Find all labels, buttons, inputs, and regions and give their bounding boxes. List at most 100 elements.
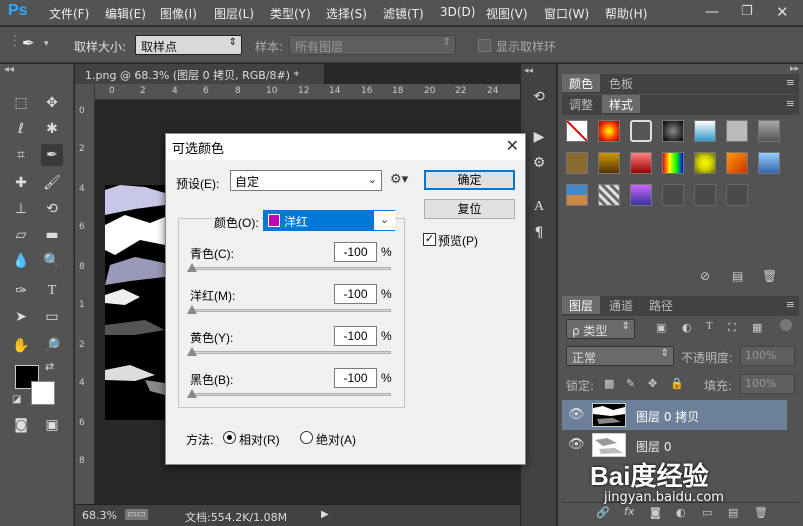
eraser-tool-icon[interactable]: ▱ — [10, 224, 32, 246]
preset-options-gear-icon[interactable]: ⚙▾ — [390, 171, 408, 187]
menu-edit[interactable]: 编辑(E) — [105, 5, 146, 22]
clear-style-icon[interactable]: ⊘ — [700, 269, 710, 283]
cyan-input[interactable]: -100 — [334, 242, 377, 262]
style-swatch[interactable] — [726, 152, 748, 174]
layer-name[interactable]: 图层 0 拷贝 — [636, 408, 699, 425]
style-swatch[interactable] — [726, 184, 748, 206]
filter-adjustment-icon[interactable]: ◐ — [682, 321, 692, 334]
swap-colors-icon[interactable]: ⇄ — [45, 360, 54, 373]
panel-menu-icon[interactable]: ≡ — [786, 97, 795, 110]
sample-select[interactable]: 所有图层 ⇕ — [289, 35, 456, 55]
menu-window[interactable]: 窗口(W) — [544, 5, 589, 22]
style-swatch[interactable] — [758, 120, 780, 142]
tab-paths[interactable]: 路径 — [642, 296, 680, 314]
type-tool-icon[interactable]: T — [41, 280, 63, 302]
default-colors-icon[interactable]: ◪ — [12, 394, 21, 405]
dialog-titlebar[interactable]: 可选颜色 ✕ — [166, 134, 525, 160]
style-swatch[interactable] — [598, 152, 620, 174]
sample-size-select[interactable]: 取样点 ⇕ — [135, 35, 242, 55]
style-swatch[interactable] — [662, 120, 684, 142]
background-color-swatch[interactable] — [31, 381, 55, 405]
crop-tool-icon[interactable]: ⌗ — [10, 144, 32, 166]
filter-toggle-icon[interactable] — [780, 319, 792, 331]
filter-shape-icon[interactable]: ⛶ — [728, 321, 736, 335]
yellow-input[interactable]: -100 — [334, 326, 377, 346]
style-swatch[interactable] — [598, 120, 620, 142]
canvas-image[interactable] — [105, 185, 165, 420]
zoom-tool-icon[interactable]: 🔎 — [41, 335, 63, 357]
style-swatch[interactable] — [726, 120, 748, 142]
layer-kind-filter[interactable]: ρ 类型 ⇕ — [566, 319, 635, 339]
yellow-slider-track[interactable] — [190, 351, 391, 354]
magenta-slider-track[interactable] — [190, 309, 391, 312]
delete-style-icon[interactable]: 🗑 — [762, 269, 777, 283]
cyan-slider-track[interactable] — [190, 267, 391, 270]
window-close-icon[interactable]: ✕ — [776, 3, 789, 21]
style-swatch[interactable] — [662, 152, 684, 174]
magenta-input[interactable]: -100 — [334, 284, 377, 304]
properties-panel-icon[interactable]: ⚙ — [528, 152, 550, 174]
absolute-radio[interactable] — [300, 431, 313, 444]
style-swatch[interactable] — [694, 120, 716, 142]
minimize-icon[interactable]: — — [705, 4, 719, 20]
lock-position-icon[interactable]: ✥ — [648, 377, 657, 390]
history-brush-icon[interactable]: ⟲ — [41, 198, 63, 220]
magic-wand-icon[interactable]: ✱ — [41, 118, 63, 140]
tool-preset-chevron-icon[interactable]: ▾ — [44, 39, 49, 49]
history-panel-icon[interactable]: ⟲ — [528, 86, 550, 108]
panel-menu-icon[interactable]: ≡ — [786, 76, 795, 89]
marquee-tool-icon[interactable]: ⬚ — [10, 92, 32, 114]
visibility-eye-icon[interactable]: 👁 — [568, 437, 585, 452]
style-swatch[interactable] — [694, 184, 716, 206]
style-swatch[interactable] — [694, 152, 716, 174]
quick-mask-icon[interactable]: ◙ — [10, 414, 32, 436]
panel-menu-icon[interactable]: ≡ — [786, 298, 795, 311]
lock-transparent-icon[interactable]: ▩ — [604, 377, 614, 390]
tab-adjustments[interactable]: 调整 — [562, 95, 600, 113]
move-tool-icon[interactable]: ✥ — [41, 92, 63, 114]
rectangle-tool-icon[interactable]: ▭ — [41, 306, 63, 328]
menu-file[interactable]: 文件(F) — [49, 5, 89, 22]
dialog-close-icon[interactable]: ✕ — [506, 136, 519, 156]
lasso-tool-icon[interactable]: ℓ — [10, 118, 32, 140]
path-select-icon[interactable]: ➤ — [10, 306, 32, 328]
layer-name[interactable]: 图层 0 — [636, 438, 671, 455]
lock-all-icon[interactable]: 🔒 — [670, 377, 684, 390]
blend-mode-select[interactable]: 正常 ⇕ — [566, 346, 674, 366]
character-panel-icon[interactable]: A — [528, 196, 550, 218]
visibility-eye-icon[interactable]: 👁 — [568, 407, 585, 422]
show-ring-checkbox[interactable] — [478, 39, 491, 52]
restore-icon[interactable]: ❐ — [741, 4, 753, 19]
eyedropper-icon[interactable]: ✒ — [41, 144, 63, 166]
tab-swatches[interactable]: 色板 — [602, 74, 640, 92]
collapse-panels-icon[interactable]: ▸▸ — [790, 64, 799, 74]
actions-panel-icon[interactable]: ▶ — [528, 126, 550, 148]
hand-tool-icon[interactable]: ✋ — [10, 335, 32, 357]
yellow-slider-thumb[interactable] — [187, 347, 197, 356]
tab-styles[interactable]: 样式 — [602, 95, 641, 113]
black-slider-track[interactable] — [190, 393, 391, 396]
tab-layers[interactable]: 图层 — [562, 296, 601, 314]
preview-checkbox[interactable]: ✓ — [423, 233, 436, 246]
paragraph-panel-icon[interactable]: ¶ — [528, 222, 550, 244]
zoom-level[interactable]: 68.3% — [82, 509, 117, 522]
preset-select[interactable]: 自定 ⌄ — [230, 170, 382, 191]
black-input[interactable]: -100 — [334, 368, 377, 388]
relative-radio[interactable] — [223, 431, 236, 444]
menu-view[interactable]: 视图(V) — [486, 5, 528, 22]
dodge-tool-icon[interactable]: 🔍 — [41, 250, 63, 272]
expand-arrows-icon[interactable]: ◂◂ — [524, 66, 533, 76]
style-swatch[interactable] — [662, 184, 684, 206]
menu-select[interactable]: 选择(S) — [326, 5, 367, 22]
new-style-icon[interactable]: ▤ — [732, 269, 743, 283]
menu-filter[interactable]: 滤镜(T) — [383, 5, 424, 22]
clone-stamp-icon[interactable]: ⊥ — [10, 198, 32, 220]
style-none-swatch[interactable] — [566, 120, 588, 142]
status-arrow-icon[interactable]: ▶ — [321, 509, 329, 520]
gradient-tool-icon[interactable]: ▬ — [41, 224, 63, 246]
healing-brush-icon[interactable]: ✚ — [10, 172, 32, 194]
style-swatch[interactable] — [566, 152, 588, 174]
magenta-slider-thumb[interactable] — [187, 305, 197, 314]
style-swatch[interactable] — [758, 152, 780, 174]
document-tab[interactable]: 1.png @ 68.3% (图层 0 拷贝, RGB/8#) * × — [75, 64, 325, 96]
